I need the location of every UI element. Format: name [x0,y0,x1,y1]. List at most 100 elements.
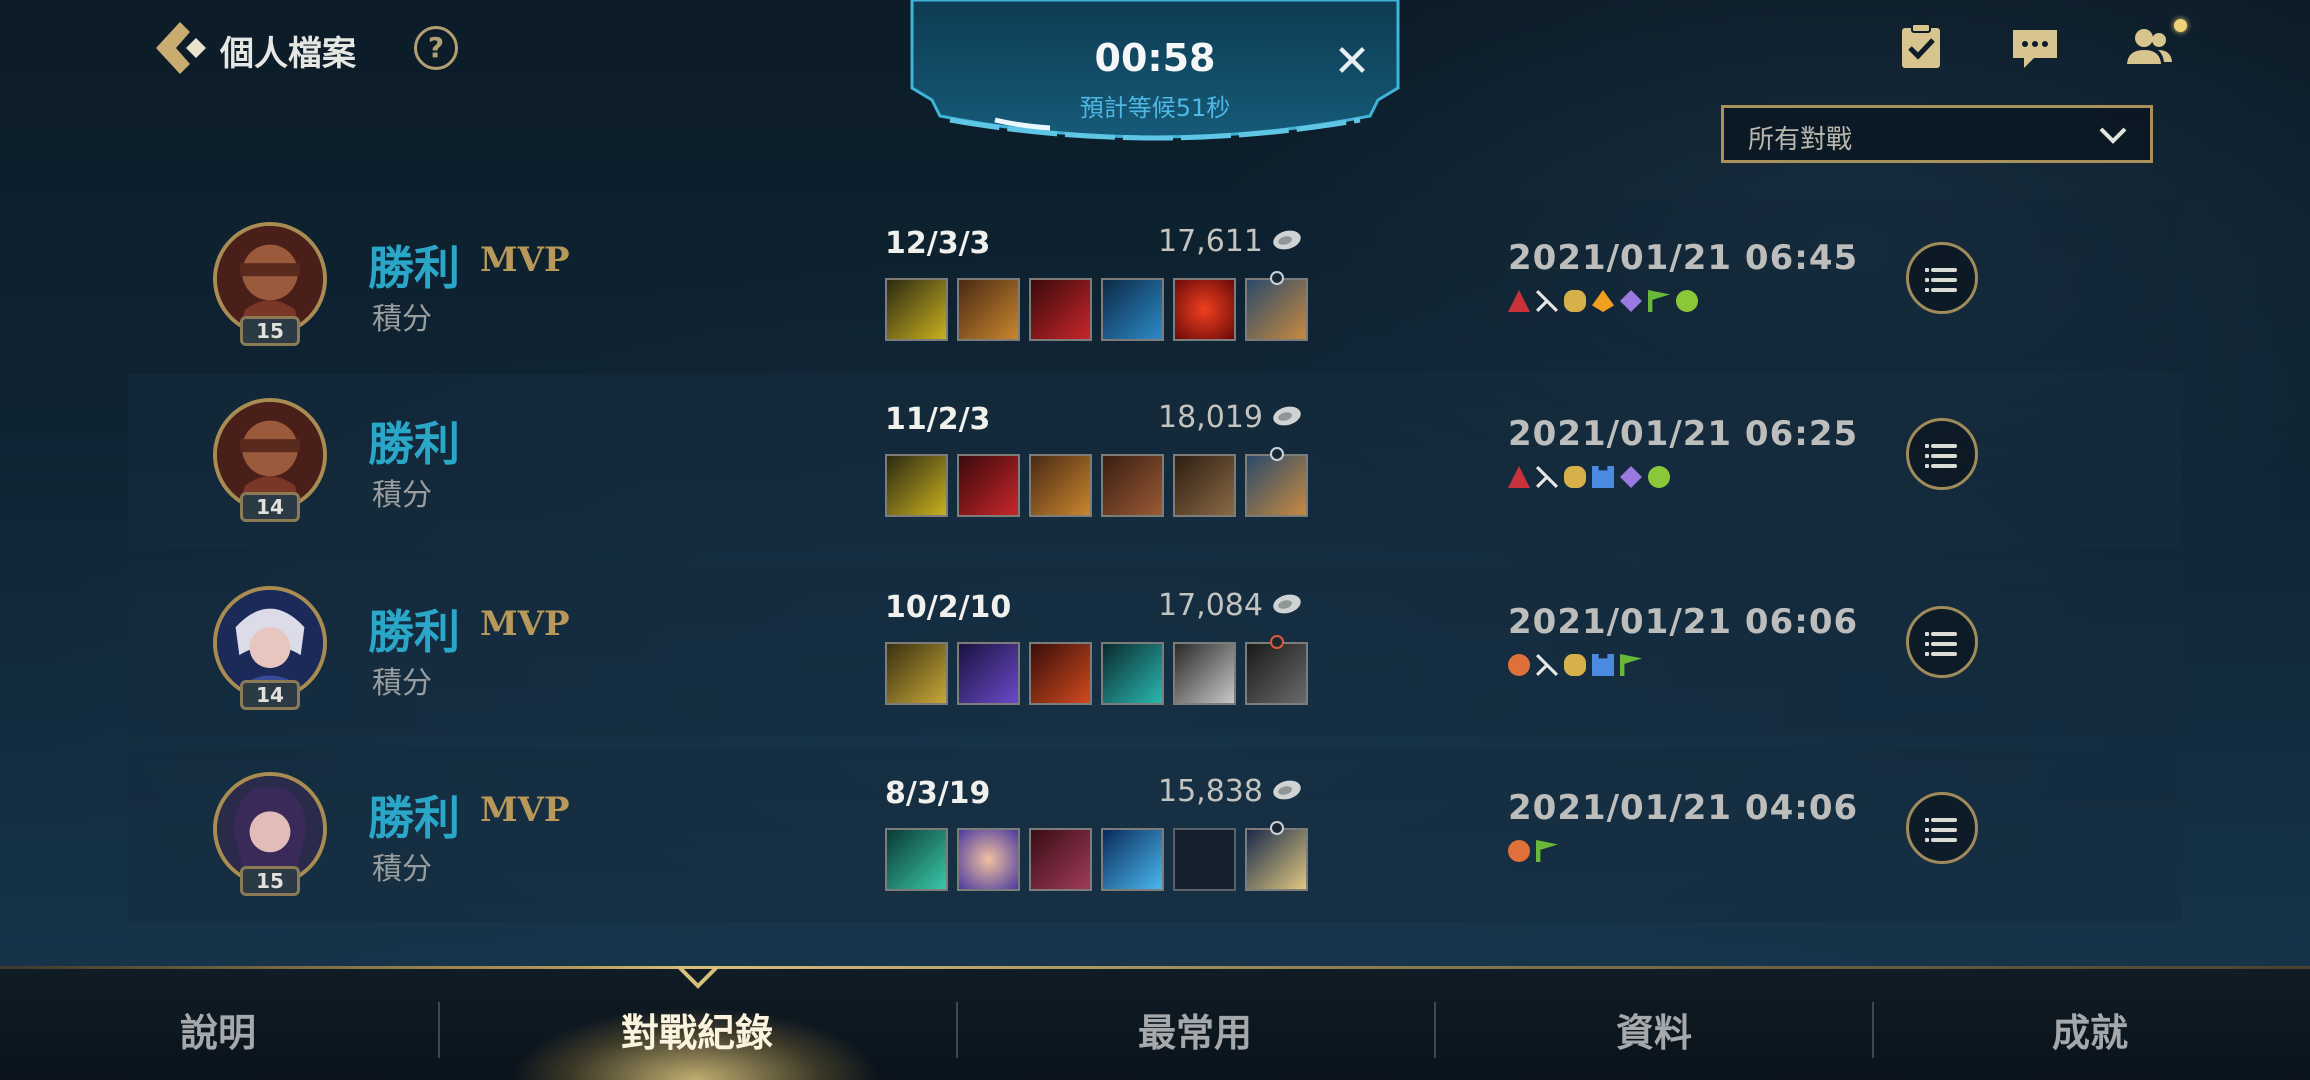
tower-icon [1592,466,1614,488]
match-date: 2021/01/21 06:06 [1508,602,1859,642]
tab-most-used[interactable]: 最常用 [1100,1002,1290,1057]
gold-amount: 17,611 [1158,224,1263,259]
item-slot-icon [1245,447,1308,517]
match-mode: 積分 [372,478,432,513]
crossed-swords-icon [1536,466,1558,488]
help-button[interactable]: ? [414,26,458,70]
tab-separator [1434,1002,1436,1058]
enchant-badge-icon [1270,271,1284,285]
mvp-label: MVP [480,790,570,830]
item-slot-icon [885,278,948,341]
coin-icon [1273,230,1301,250]
tab-achievements[interactable]: 成就 [2010,1002,2170,1057]
item-slot-icon [885,642,948,705]
match-row[interactable]: 15 勝利 MVP 積分 12/3/3 17,611 2021/01/21 06… [128,198,2182,372]
flag-icon [1620,654,1642,676]
match-result: 勝利 [368,241,460,295]
coin-icon [1273,780,1301,800]
mvp-label: MVP [480,240,570,280]
match-detail-button[interactable] [1906,242,1978,314]
match-detail-button[interactable] [1906,606,1978,678]
match-date: 2021/01/21 04:06 [1508,788,1859,828]
achievement-badges [1508,654,1642,678]
filter-selected-value: 所有對戰 [1748,125,1853,155]
item-slot-icon [1245,271,1308,341]
item-slot-icon [1029,278,1092,341]
enchant-badge-icon [1270,821,1284,835]
tab-help[interactable]: 說明 [120,1002,316,1057]
tab-stats[interactable]: 資料 [1574,1002,1734,1057]
gold-amount: 18,019 [1158,400,1263,435]
crossed-swords-icon [1536,654,1558,676]
match-result: 勝利 [368,605,460,659]
item-build [885,447,1308,518]
achievement-badges [1508,466,1670,490]
item-slot-icon [885,828,948,891]
friends-icon[interactable] [2124,22,2174,72]
item-slot-icon [957,454,1020,517]
match-mode: 積分 [372,302,432,337]
hero-level-badge: 15 [240,316,300,346]
item-slot-icon [1173,454,1236,517]
tab-match-history[interactable]: 對戰紀錄 [590,1002,804,1057]
match-filter-dropdown[interactable]: 所有對戰 [1721,105,2153,163]
kda-stat: 8/3/19 [885,776,991,811]
notification-dot [2174,19,2187,32]
active-tab-indicator-icon [676,966,720,989]
achievement-badges [1508,840,1558,864]
crystal-icon [1620,290,1642,312]
queue-timer: 00:58 [1094,36,1216,80]
item-slot-icon [1029,828,1092,891]
match-date: 2021/01/21 06:25 [1508,414,1859,454]
item-slot-icon [1173,642,1236,705]
page-title: 個人檔案 [220,34,356,74]
item-slot-icon [957,828,1020,891]
skull-icon [1648,466,1670,488]
item-build [885,821,1308,892]
flag-icon [1536,840,1558,862]
checklist-icon[interactable] [1896,22,1946,72]
kda-stat: 10/2/10 [885,590,1012,625]
item-slot-icon [1173,278,1236,341]
gold-amount: 15,838 [1158,774,1263,809]
multikill-icon [1508,290,1530,312]
match-detail-button[interactable] [1906,418,1978,490]
chat-icon[interactable] [2010,22,2060,72]
item-slot-icon [957,278,1020,341]
coin-icon [1273,594,1301,614]
enchant-badge-icon [1270,635,1284,649]
match-row[interactable]: 14 勝利 積分 11/2/3 18,019 2021/01/21 06:25 [128,374,2182,548]
achievement-badges [1508,290,1698,314]
gold-coins-icon [1564,290,1586,312]
estimated-wait-text: 預計等候51秒 [1079,94,1231,122]
gold-amount: 17,084 [1158,588,1263,623]
item-slot-icon [1101,642,1164,705]
match-mode: 積分 [372,852,432,887]
match-date: 2021/01/21 06:45 [1508,238,1859,278]
gold-coins-icon [1564,466,1586,488]
coin-icon [1273,406,1301,426]
back-arrow-icon[interactable] [150,18,206,78]
item-slot-icon [1101,828,1164,891]
cancel-queue-button[interactable]: ✕ [1330,40,1374,84]
tab-separator [438,1002,440,1058]
enchant-badge-icon [1270,447,1284,461]
match-row[interactable]: 15 勝利 MVP 積分 8/3/19 15,838 2021/01/21 04… [128,748,2182,922]
tab-separator [956,1002,958,1058]
multikill-icon [1508,466,1530,488]
item-slot-icon [1245,635,1308,705]
item-slot-icon [1029,642,1092,705]
match-row[interactable]: 14 勝利 MVP 積分 10/2/10 17,084 2021/01/21 0… [128,562,2182,736]
item-slot-icon [1101,454,1164,517]
hero-level-badge: 14 [240,680,300,710]
item-build [885,635,1308,706]
flag-icon [1648,290,1670,312]
kda-stat: 11/2/3 [885,402,991,437]
match-detail-button[interactable] [1906,792,1978,864]
skull-icon [1676,290,1698,312]
tower-icon [1592,654,1614,676]
hero-level-badge: 15 [240,866,300,896]
mvp-label: MVP [480,604,570,644]
item-slot-icon [1245,821,1308,891]
empty-item-slot [1173,828,1236,891]
